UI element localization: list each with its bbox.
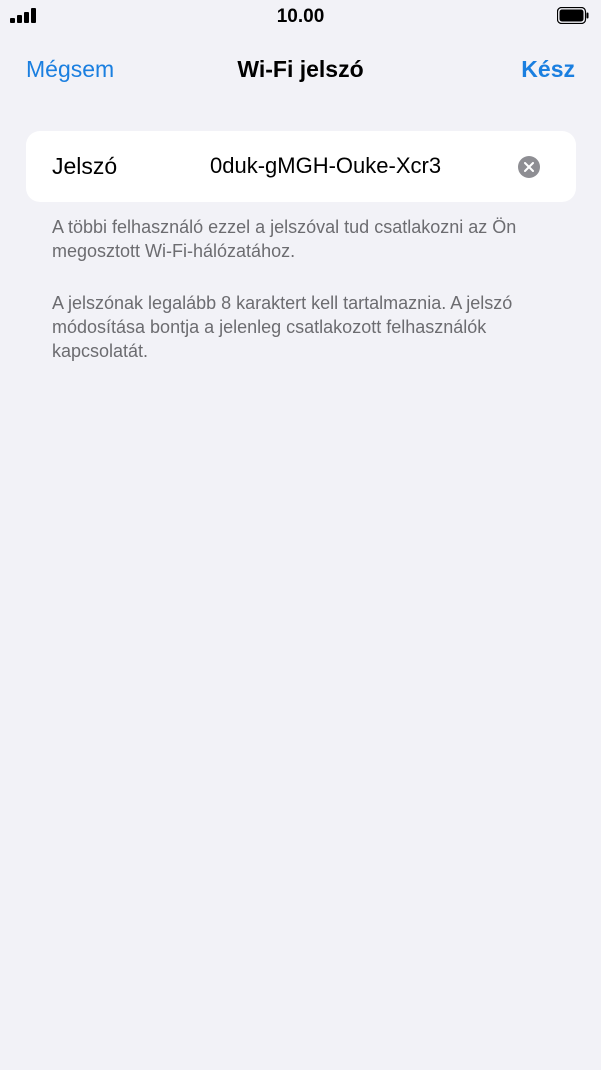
clear-text-button[interactable] — [518, 156, 540, 178]
done-button[interactable]: Kész — [521, 56, 575, 83]
footer-info-text: A többi felhasználó ezzel a jelszóval tu… — [52, 217, 517, 261]
status-bar: 10.00 — [0, 0, 601, 36]
cancel-button[interactable]: Mégsem — [26, 56, 114, 83]
password-card: Jelszó — [26, 131, 576, 202]
battery-icon — [556, 6, 589, 25]
clear-x-circle-icon — [524, 162, 534, 172]
navigation-bar: Mégsem Wi-Fi jelszó Kész — [0, 44, 601, 94]
status-time: 10.00 — [276, 6, 325, 27]
password-label: Jelszó — [52, 153, 118, 179]
password-input[interactable] — [210, 149, 510, 183]
footer-rules-text: A jelszónak legalább 8 karaktert kell ta… — [52, 293, 513, 361]
